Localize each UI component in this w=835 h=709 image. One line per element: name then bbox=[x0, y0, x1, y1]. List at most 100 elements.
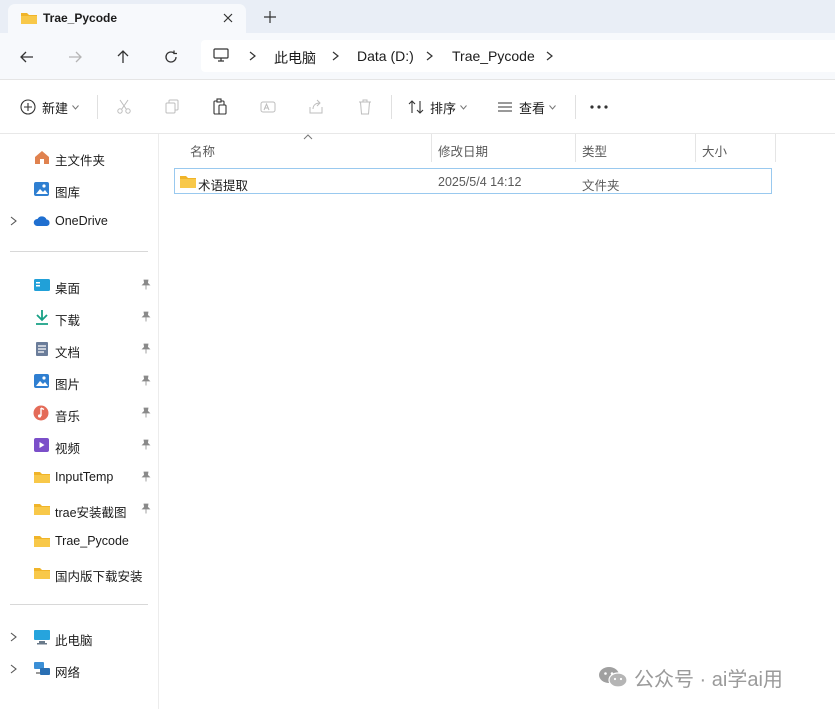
column-header-label: 类型 bbox=[582, 145, 608, 159]
folder-icon bbox=[33, 565, 51, 581]
view-button-label: 查看 bbox=[519, 100, 546, 116]
sidebar-item-label: 网络 bbox=[55, 666, 81, 680]
sidebar-item-gallery[interactable]: 图库 bbox=[0, 175, 158, 203]
sidebar-item-network[interactable]: 网络 bbox=[0, 655, 158, 683]
copy-button[interactable] bbox=[164, 94, 180, 120]
column-header-size[interactable]: 大小 bbox=[696, 134, 776, 162]
arrow-left-icon bbox=[20, 51, 33, 63]
rename-button[interactable] bbox=[260, 94, 276, 120]
chevron-right-icon[interactable] bbox=[10, 663, 17, 677]
sort-icon bbox=[408, 100, 424, 114]
folder-icon bbox=[33, 533, 51, 549]
chevron-right-icon[interactable] bbox=[246, 48, 258, 64]
cloud-icon bbox=[33, 213, 51, 229]
plus-circle-icon bbox=[20, 99, 36, 115]
tab-trae-pycode[interactable]: Trae_Pycode bbox=[8, 4, 246, 33]
sidebar-item-label: 文档 bbox=[55, 346, 81, 360]
pin-icon[interactable] bbox=[141, 471, 151, 485]
column-header-name[interactable]: 名称 bbox=[159, 134, 432, 162]
tab-bar: Trae_Pycode bbox=[0, 0, 835, 33]
refresh-button[interactable] bbox=[158, 44, 184, 70]
pin-icon[interactable] bbox=[141, 343, 151, 357]
copy-icon bbox=[165, 99, 179, 114]
sidebar-item-pictures[interactable]: 图片 bbox=[0, 367, 158, 395]
sidebar-item-home[interactable]: 主文件夹 bbox=[0, 143, 158, 171]
pin-icon[interactable] bbox=[141, 311, 151, 325]
new-button[interactable]: 新建 bbox=[20, 94, 79, 120]
clipboard-icon bbox=[213, 98, 227, 115]
sidebar-item-label: Trae_Pycode bbox=[55, 534, 129, 548]
gallery-icon bbox=[33, 181, 51, 197]
chevron-right-icon[interactable] bbox=[543, 48, 555, 64]
sidebar-item-label: 视频 bbox=[55, 442, 81, 456]
address-bar[interactable]: 此电脑 Data (D:) Trae_Pycode bbox=[201, 40, 835, 72]
navigation-bar: 此电脑 Data (D:) Trae_Pycode bbox=[0, 33, 835, 80]
download-icon bbox=[33, 309, 51, 325]
breadcrumb-data-drive[interactable]: Data (D:) bbox=[357, 48, 414, 64]
sidebar-item-label: trae安装截图 bbox=[55, 506, 127, 520]
delete-button[interactable] bbox=[357, 94, 373, 120]
up-button[interactable] bbox=[110, 44, 136, 70]
sidebar-item-label: OneDrive bbox=[55, 214, 108, 228]
sidebar-item-label: 图片 bbox=[55, 378, 81, 392]
new-tab-button[interactable] bbox=[259, 6, 281, 28]
pin-icon[interactable] bbox=[141, 503, 151, 517]
sidebar-item-onedrive[interactable]: OneDrive bbox=[0, 207, 158, 235]
picture-icon bbox=[33, 373, 51, 389]
chevron-right-icon[interactable] bbox=[423, 48, 435, 64]
new-button-label: 新建 bbox=[42, 100, 69, 116]
breadcrumb-this-pc[interactable]: 此电脑 bbox=[274, 48, 316, 68]
chevron-right-icon[interactable] bbox=[10, 631, 17, 645]
pin-icon[interactable] bbox=[141, 375, 151, 389]
file-type: 文件夹 bbox=[582, 179, 620, 193]
chevron-right-icon[interactable] bbox=[10, 215, 17, 229]
sidebar-item-label: 下载 bbox=[55, 314, 81, 328]
monitor-icon bbox=[213, 47, 229, 66]
close-icon bbox=[223, 13, 233, 23]
share-button[interactable] bbox=[308, 94, 324, 120]
sort-button[interactable]: 排序 bbox=[408, 94, 467, 120]
sidebar-item-desktop[interactable]: 桌面 bbox=[0, 271, 158, 299]
column-header-label: 名称 bbox=[190, 145, 216, 159]
forward-button[interactable] bbox=[62, 44, 88, 70]
plus-icon bbox=[264, 11, 276, 23]
pin-icon[interactable] bbox=[141, 279, 151, 293]
document-icon bbox=[33, 341, 51, 357]
column-header-modified[interactable]: 修改日期 bbox=[432, 134, 575, 162]
cut-button[interactable] bbox=[116, 94, 132, 120]
sidebar-item-label: 图库 bbox=[55, 186, 81, 200]
sidebar-item-inputtemp[interactable]: InputTemp bbox=[0, 463, 158, 491]
sidebar-item-downloads[interactable]: 下载 bbox=[0, 303, 158, 331]
sidebar-item-trae-pycode[interactable]: Trae_Pycode bbox=[0, 527, 158, 555]
pin-icon[interactable] bbox=[141, 407, 151, 421]
sidebar-item-label: 此电脑 bbox=[55, 634, 93, 648]
paste-button[interactable] bbox=[212, 94, 228, 120]
network-icon bbox=[33, 661, 51, 677]
back-button[interactable] bbox=[14, 44, 40, 70]
folder-icon bbox=[179, 174, 197, 193]
sidebar-item-trae-screenshots[interactable]: trae安装截图 bbox=[0, 495, 158, 523]
file-modified: 2025/5/4 14:12 bbox=[438, 175, 522, 189]
command-bar: 新建 排序 查看 bbox=[0, 80, 835, 134]
more-options-button[interactable] bbox=[590, 94, 608, 120]
chevron-right-icon[interactable] bbox=[329, 48, 341, 64]
rename-icon bbox=[260, 101, 276, 113]
sidebar-item-label: InputTemp bbox=[55, 470, 114, 484]
share-icon bbox=[309, 99, 323, 114]
breadcrumb-trae-pycode[interactable]: Trae_Pycode bbox=[452, 48, 535, 64]
file-row[interactable]: 术语提取 2025/5/4 14:12 文件夹 bbox=[174, 168, 772, 194]
column-header-type[interactable]: 类型 bbox=[576, 134, 695, 162]
sidebar-item-music[interactable]: 音乐 bbox=[0, 399, 158, 427]
close-tab-button[interactable] bbox=[218, 8, 238, 28]
view-button[interactable]: 查看 bbox=[497, 94, 556, 120]
video-icon bbox=[33, 437, 51, 453]
sidebar-item-this-pc[interactable]: 此电脑 bbox=[0, 623, 158, 651]
pin-icon[interactable] bbox=[141, 439, 151, 453]
sidebar-item-domestic-download[interactable]: 国内版下载安装 bbox=[0, 559, 158, 587]
sidebar-item-label: 国内版下载安装 bbox=[55, 570, 143, 584]
sidebar-item-videos[interactable]: 视频 bbox=[0, 431, 158, 459]
sidebar-item-label: 主文件夹 bbox=[55, 154, 106, 168]
sidebar-item-documents[interactable]: 文档 bbox=[0, 335, 158, 363]
arrow-up-icon bbox=[117, 50, 129, 63]
view-list-icon bbox=[498, 102, 512, 112]
